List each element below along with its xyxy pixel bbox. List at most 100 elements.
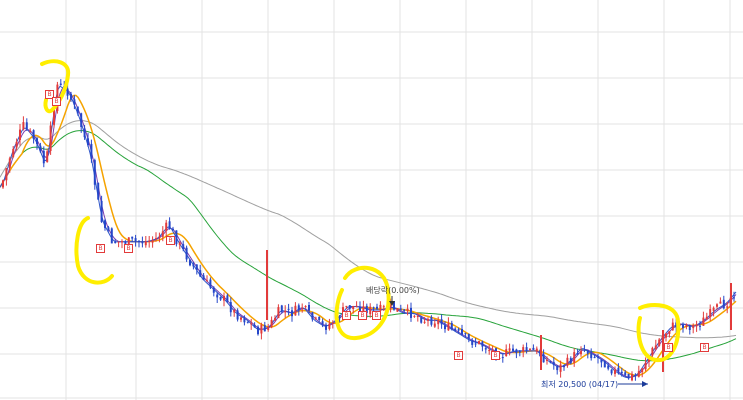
candle-body (280, 305, 283, 312)
low-arrow-head (642, 381, 648, 387)
candle-body (716, 304, 718, 307)
candle-body (39, 145, 42, 152)
candlestick-chart (0, 0, 743, 400)
candle-body (76, 106, 79, 114)
buy-badge: B (491, 351, 500, 360)
candle-body (406, 308, 409, 312)
candle-body (685, 324, 688, 327)
ma-medium-line (0, 130, 737, 362)
candle-body (325, 324, 327, 330)
candle-body (607, 365, 610, 369)
buy-badge: B (372, 311, 381, 320)
candle-body (19, 129, 21, 140)
candle-body (314, 317, 317, 319)
candle-body (185, 247, 188, 260)
candle-body (597, 356, 599, 358)
candle-body (376, 306, 378, 309)
candle-body (699, 325, 701, 327)
candle-body (427, 319, 429, 321)
candle-body (658, 339, 661, 346)
candle-body (148, 240, 151, 243)
candle-body (580, 351, 582, 355)
candle-body (73, 99, 76, 105)
candle-body (195, 264, 198, 270)
candle-body (46, 151, 49, 163)
candle-body (229, 302, 232, 313)
candle-body (437, 320, 440, 325)
candle-body (505, 349, 508, 356)
candle-body (22, 122, 25, 130)
candle-body (294, 305, 297, 316)
candle-body (104, 220, 106, 228)
candle-body (627, 373, 630, 379)
candle-body (331, 323, 334, 324)
candle-body (719, 301, 722, 304)
candle-body (8, 158, 11, 168)
candle-body (518, 351, 521, 353)
candle-body (70, 93, 72, 100)
candle-body (620, 371, 623, 374)
candle-body (301, 307, 304, 309)
candle-body (726, 306, 729, 308)
candle-body (403, 309, 406, 311)
candle-body (42, 150, 45, 164)
candle-body (556, 365, 559, 371)
candle-body (614, 369, 616, 374)
candle-body (651, 347, 654, 356)
chart-grid (0, 0, 743, 400)
candle-body (563, 366, 565, 368)
candle-body (151, 240, 154, 243)
candle-body (202, 275, 205, 280)
candle-body (165, 222, 168, 231)
candle-body (610, 369, 613, 374)
candle-body (114, 241, 117, 243)
candle-body (603, 361, 606, 368)
candle-body (467, 334, 470, 339)
candle-body (209, 279, 212, 288)
low-marker (389, 296, 648, 387)
candle-body (144, 241, 147, 246)
candle-body (168, 221, 171, 229)
candle-body (444, 325, 446, 330)
candle-body (549, 361, 552, 363)
candle-body (559, 364, 562, 372)
candle-body (634, 374, 637, 376)
candle-body (158, 237, 161, 239)
candle-body (138, 240, 140, 242)
candle-body (270, 319, 273, 327)
candle-body (546, 359, 548, 361)
candle-body (512, 348, 514, 351)
candle-body (369, 306, 372, 315)
dividend-annotation: 배당락(0.00%) (366, 286, 420, 295)
candle-body (93, 160, 96, 185)
candle-body (134, 238, 137, 242)
candle-body (702, 317, 705, 326)
candle-body (416, 316, 419, 317)
candle-body (668, 331, 671, 334)
candle-body (83, 128, 86, 138)
candle-body (15, 141, 18, 148)
candle-body (110, 228, 113, 244)
candle-body (573, 352, 576, 363)
candle-body (423, 321, 426, 323)
candle-body (478, 341, 480, 344)
candle-body (257, 326, 259, 335)
candle-body (637, 371, 640, 377)
candle-body (379, 304, 382, 311)
candle-body (141, 242, 144, 244)
candle-body (508, 348, 511, 351)
candle-body (297, 305, 300, 310)
candle-body (236, 310, 239, 320)
candle-body (420, 317, 423, 323)
candle-body (240, 317, 242, 320)
candle-body (590, 353, 593, 359)
candle-body (263, 325, 266, 332)
candle-body (328, 323, 331, 329)
candle-body (695, 324, 698, 327)
candle-body (586, 350, 589, 354)
candle-body (593, 357, 596, 359)
candle-body (97, 182, 100, 200)
candle-body (100, 200, 103, 223)
candle-body (484, 348, 487, 350)
candle-body (525, 347, 528, 352)
